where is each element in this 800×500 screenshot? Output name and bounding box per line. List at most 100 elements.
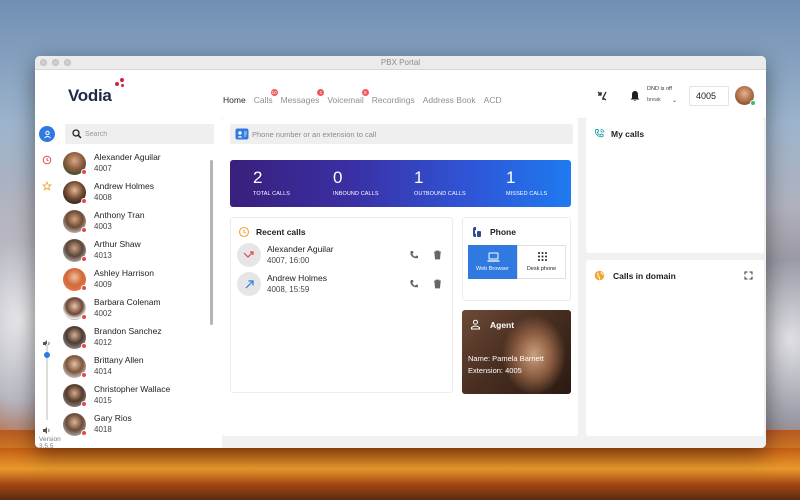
status-dot — [81, 430, 87, 436]
contact-extension: 4015 — [94, 396, 112, 405]
dialpad-contact-icon — [235, 128, 249, 140]
pbx-app: Vodia Home Calls 10 Messages 1 Voicemail 5 … — [35, 70, 766, 448]
contact-name: Anthony Tran — [94, 210, 145, 220]
contact-name: Christopher Wallace — [94, 384, 171, 394]
bell-icon — [630, 91, 640, 102]
my-calls-card: My calls — [586, 118, 764, 253]
stat-label: INBOUND CALLS — [333, 191, 379, 197]
calls-badge: 10 — [270, 89, 278, 96]
phone-option-web-browser[interactable]: Web Browser — [468, 245, 517, 279]
contact-item[interactable]: Arthur Shaw 4013 — [63, 237, 213, 265]
transfer-arrows-icon — [597, 91, 607, 101]
app-window: PBX Portal Vodia Home Calls 10 Messages 1 … — [35, 56, 766, 448]
left-rail: Version 3.5.5 — [35, 126, 61, 448]
contact-name: Barbara Colenam — [94, 297, 161, 307]
tab-acd[interactable]: ACD — [484, 95, 502, 105]
window-titlebar: PBX Portal — [35, 56, 766, 70]
status-dot — [81, 227, 87, 233]
contact-item[interactable]: Gary Rios 4018 — [63, 411, 213, 439]
contact-item[interactable]: Alexander Aguilar 4007 — [63, 150, 213, 178]
contact-search — [65, 124, 214, 144]
contact-list-scrollbar[interactable] — [210, 160, 213, 325]
contact-item[interactable]: Brandon Sanchez 4012 — [63, 324, 213, 352]
stat-label: MISSED CALLS — [506, 191, 548, 197]
rail-contacts-button[interactable] — [39, 126, 55, 142]
phone-option-desk-phone[interactable]: Desk phone — [517, 245, 566, 279]
stat-value: 2 — [253, 168, 263, 187]
contact-item[interactable]: Christopher Wallace 4015 — [63, 382, 213, 410]
agent-card-title: Agent — [490, 320, 515, 330]
outbound-call-icon — [237, 272, 261, 296]
contact-item[interactable]: Barbara Colenam 4002 — [63, 295, 213, 323]
tab-address-book[interactable]: Address Book — [423, 95, 476, 105]
tab-messages[interactable]: Messages 1 — [281, 89, 325, 105]
contact-extension: 4008 — [94, 193, 112, 202]
globe-icon — [594, 270, 605, 281]
contact-name: Brittany Allen — [94, 355, 144, 365]
tab-voicemail[interactable]: Voicemail 5 — [327, 89, 369, 105]
minimize-window-button[interactable] — [52, 59, 59, 66]
phone-icon — [410, 280, 418, 288]
tab-recordings[interactable]: Recordings — [372, 95, 415, 105]
my-extension[interactable]: 4005 — [689, 86, 729, 106]
tab-home[interactable]: Home — [223, 95, 246, 105]
volume-slider-handle[interactable] — [44, 352, 50, 358]
call-back-button[interactable] — [408, 278, 420, 290]
dnd-status: DND is off — [647, 86, 672, 92]
dialpad-icon — [538, 252, 547, 261]
call-back-button[interactable] — [408, 249, 420, 261]
chevron-down-icon[interactable]: ⌄ — [672, 97, 677, 104]
dnd-control[interactable]: DND is off break ⌄ — [626, 85, 683, 107]
recent-call-row[interactable]: Andrew Holmes 4008, 15:59 — [237, 272, 449, 300]
stat-label: TOTAL CALLS — [253, 191, 291, 197]
clock-icon — [42, 155, 52, 165]
contact-extension: 4018 — [94, 425, 112, 434]
search-input[interactable] — [85, 127, 205, 141]
close-window-button[interactable] — [40, 59, 47, 66]
agent-name: Name: Pamela Barnett — [468, 354, 544, 363]
dnd-select-value[interactable]: break — [647, 97, 661, 103]
contact-name: Andrew Holmes — [94, 181, 154, 191]
voicemail-badge: 5 — [361, 89, 369, 96]
contact-item[interactable]: Anthony Tran 4003 — [63, 208, 213, 236]
contact-item[interactable]: Ashley Harrison 4009 — [63, 266, 213, 294]
phone-card-title: Phone — [490, 227, 516, 237]
status-dot — [81, 256, 87, 262]
zoom-window-button[interactable] — [64, 59, 71, 66]
rail-favorites-button[interactable] — [39, 178, 55, 194]
transfer-button[interactable] — [592, 86, 612, 106]
contact-name: Gary Rios — [94, 413, 132, 423]
main-nav: Home Calls 10 Messages 1 Voicemail 5 Record… — [223, 89, 502, 105]
tab-label: Calls — [253, 95, 273, 105]
stat-missed-calls: 1 MISSED CALLS — [506, 169, 548, 198]
window-title: PBX Portal — [380, 58, 421, 67]
contact-extension: 4013 — [94, 251, 112, 260]
tab-calls[interactable]: Calls 10 — [253, 89, 278, 105]
contact-name: Ashley Harrison — [94, 268, 154, 278]
recent-call-name: Andrew Holmes — [267, 273, 327, 283]
contact-list: Alexander Aguilar 4007 Andrew Holmes 400… — [63, 150, 213, 440]
phone-option-label: Desk phone — [526, 266, 557, 272]
agent-card[interactable]: Agent Name: Pamela Barnett Extension: 40… — [462, 310, 571, 394]
contact-extension: 4012 — [94, 338, 112, 347]
phone-ringing-icon — [594, 128, 605, 138]
contact-item[interactable]: Andrew Holmes 4008 — [63, 179, 213, 207]
search-icon — [72, 129, 82, 139]
rail-history-button[interactable] — [39, 152, 55, 168]
recent-call-row[interactable]: Alexander Aguilar 4007, 16:00 — [237, 243, 449, 271]
online-status-dot — [750, 100, 756, 106]
contact-item[interactable]: Brittany Allen 4014 — [63, 353, 213, 381]
recent-call-name: Alexander Aguilar — [267, 244, 334, 254]
calls-in-domain-card: Calls in domain — [586, 260, 764, 436]
expand-icon[interactable] — [744, 271, 753, 280]
delete-call-button[interactable] — [431, 249, 443, 261]
stat-value: 0 — [333, 168, 343, 187]
handset-icon — [473, 227, 481, 237]
star-icon — [42, 181, 52, 191]
contact-extension: 4014 — [94, 367, 112, 376]
my-calls-title: My calls — [611, 129, 645, 139]
brand-logo[interactable]: Vodia — [68, 86, 112, 106]
status-dot — [81, 169, 87, 175]
delete-call-button[interactable] — [431, 278, 443, 290]
call-number-input[interactable] — [252, 127, 552, 141]
